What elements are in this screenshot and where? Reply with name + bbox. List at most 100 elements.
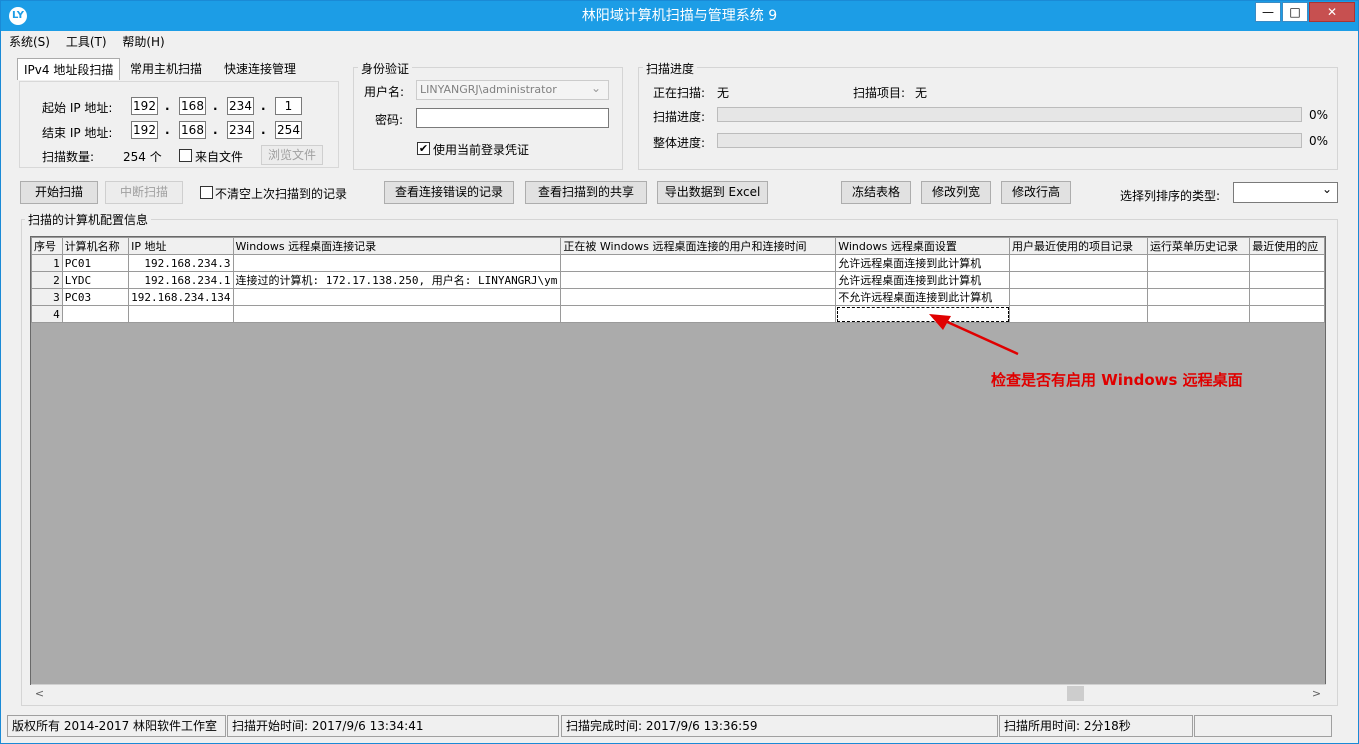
menu-tools[interactable]: 工具(T) bbox=[66, 33, 107, 51]
scan-count-value: 254 个 bbox=[123, 150, 162, 164]
table-row[interactable]: 2 LYDC 192.168.234.1 连接过的计算机: 172.17.138… bbox=[31, 271, 1325, 289]
table-cell[interactable]: 192.168.234.134 bbox=[128, 288, 234, 306]
table-cell[interactable]: 允许远程桌面连接到此计算机 bbox=[835, 254, 1010, 272]
table-cell[interactable]: 连接过的计算机: 172.17.138.250, 用户名: LINYANGRJ\… bbox=[232, 271, 562, 289]
table-cell[interactable]: 不允许远程桌面连接到此计算机 bbox=[835, 288, 1010, 306]
table-row[interactable]: 1 PC01 192.168.234.3 允许远程桌面连接到此计算机 bbox=[31, 254, 1325, 272]
start-ip-octet-2[interactable]: 168 bbox=[179, 97, 206, 115]
sort-dropdown-chevron-icon[interactable]: ⌄ bbox=[1322, 182, 1332, 196]
table-cell[interactable] bbox=[232, 288, 562, 306]
table-cell[interactable]: PC03 bbox=[61, 288, 130, 306]
computer-config-grid[interactable]: 序号 计算机名称 IP 地址 Windows 远程桌面连接记录 正在被 Wind… bbox=[30, 236, 1326, 685]
start-ip-octet-3[interactable]: 234 bbox=[227, 97, 254, 115]
freeze-table-button[interactable]: 冻结表格 bbox=[841, 181, 911, 204]
table-cell[interactable]: 192.168.234.1 bbox=[128, 271, 234, 289]
table-cell[interactable] bbox=[1008, 271, 1149, 289]
end-ip-octet-1[interactable]: 192 bbox=[131, 121, 158, 139]
start-ip-octet-1[interactable]: 192 bbox=[131, 97, 158, 115]
ipv4-scan-panel: 起始 IP 地址: 192 . 168 . 234 . 1 结束 IP 地址: … bbox=[19, 81, 339, 168]
end-ip-label: 结束 IP 地址: bbox=[42, 126, 113, 140]
column-header[interactable]: Windows 远程桌面连接记录 bbox=[232, 237, 562, 255]
annotation-text: 检查是否有启用 Windows 远程桌面 bbox=[991, 371, 1243, 389]
minimize-button[interactable]: — bbox=[1255, 2, 1281, 22]
view-error-records-button[interactable]: 查看连接错误的记录 bbox=[384, 181, 514, 204]
password-input[interactable] bbox=[416, 108, 609, 128]
username-label: 用户名: bbox=[364, 85, 405, 99]
table-cell[interactable]: 192.168.234.3 bbox=[128, 254, 234, 272]
menu-system[interactable]: 系统(S) bbox=[9, 33, 50, 51]
table-cell[interactable]: 允许远程桌面连接到此计算机 bbox=[835, 271, 1010, 289]
horizontal-scrollbar[interactable]: < > bbox=[31, 684, 1326, 701]
title-bar[interactable]: LY 林阳域计算机扫描与管理系统 9 — □ ✕ bbox=[1, 1, 1358, 31]
table-cell[interactable] bbox=[1008, 288, 1149, 306]
table-header-row: 序号 计算机名称 IP 地址 Windows 远程桌面连接记录 正在被 Wind… bbox=[31, 237, 1325, 255]
close-button[interactable]: ✕ bbox=[1309, 2, 1355, 22]
main-window: LY 林阳域计算机扫描与管理系统 9 — □ ✕ 系统(S) 工具(T) 帮助(… bbox=[0, 0, 1359, 744]
table-row[interactable]: 3 PC03 192.168.234.134 不允许远程桌面连接到此计算机 bbox=[31, 288, 1325, 306]
column-header[interactable]: 运行菜单历史记录 bbox=[1147, 237, 1251, 255]
table-cell[interactable] bbox=[61, 305, 130, 323]
tab-quick-connect[interactable]: 快速连接管理 bbox=[218, 58, 302, 80]
table-cell[interactable] bbox=[560, 254, 837, 272]
table-cell[interactable] bbox=[1008, 254, 1149, 272]
table-cell[interactable] bbox=[1147, 254, 1251, 272]
change-column-width-button[interactable]: 修改列宽 bbox=[921, 181, 991, 204]
menu-help[interactable]: 帮助(H) bbox=[122, 33, 164, 51]
scrollbar-thumb[interactable] bbox=[1067, 686, 1084, 701]
table-cell[interactable] bbox=[1249, 254, 1325, 272]
table-cell[interactable] bbox=[1249, 271, 1325, 289]
column-header[interactable]: Windows 远程桌面设置 bbox=[835, 237, 1010, 255]
view-shares-button[interactable]: 查看扫描到的共享 bbox=[525, 181, 647, 204]
table-cell[interactable] bbox=[560, 305, 837, 323]
scan-progress-bar bbox=[717, 107, 1302, 122]
scroll-left-icon[interactable]: < bbox=[31, 685, 48, 702]
status-extra bbox=[1194, 715, 1332, 737]
table-cell[interactable]: 4 bbox=[31, 305, 63, 323]
table-cell[interactable] bbox=[1249, 305, 1325, 323]
overall-progress-percent: 0% bbox=[1309, 134, 1329, 148]
table-cell[interactable] bbox=[128, 305, 234, 323]
table-cell[interactable]: 1 bbox=[31, 254, 63, 272]
table-cell[interactable]: 3 bbox=[31, 288, 63, 306]
from-file-checkbox[interactable] bbox=[179, 149, 192, 162]
end-ip-octet-3[interactable]: 234 bbox=[227, 121, 254, 139]
username-input[interactable]: LINYANGRJ\administrator bbox=[416, 80, 609, 100]
column-header[interactable]: 序号 bbox=[31, 237, 63, 255]
keep-last-records-checkbox[interactable] bbox=[200, 186, 213, 199]
status-copyright: 版权所有 2014-2017 林阳软件工作室 bbox=[7, 715, 226, 737]
browse-file-button[interactable]: 浏览文件 bbox=[261, 145, 323, 165]
table-cell[interactable]: PC01 bbox=[61, 254, 130, 272]
table-cell[interactable]: 2 bbox=[31, 271, 63, 289]
scroll-right-icon[interactable]: > bbox=[1308, 685, 1325, 702]
end-ip-octet-4[interactable]: 254 bbox=[275, 121, 302, 139]
use-current-credentials-checkbox[interactable]: ✔ bbox=[417, 142, 430, 155]
scanning-label: 正在扫描: bbox=[653, 86, 706, 100]
tab-common-host-scan[interactable]: 常用主机扫描 bbox=[124, 58, 208, 80]
end-ip-octet-2[interactable]: 168 bbox=[179, 121, 206, 139]
table-cell[interactable] bbox=[560, 271, 837, 289]
column-header[interactable]: IP 地址 bbox=[128, 237, 234, 255]
column-header[interactable]: 计算机名称 bbox=[61, 237, 130, 255]
username-dropdown-icon[interactable]: ⌄ bbox=[591, 81, 601, 95]
table-cell[interactable] bbox=[232, 254, 562, 272]
maximize-button[interactable]: □ bbox=[1282, 2, 1308, 22]
overall-progress-label: 整体进度: bbox=[653, 136, 706, 150]
stop-scan-button[interactable]: 中断扫描 bbox=[105, 181, 183, 204]
export-excel-button[interactable]: 导出数据到 Excel bbox=[657, 181, 768, 204]
change-row-height-button[interactable]: 修改行高 bbox=[1001, 181, 1071, 204]
table-cell[interactable] bbox=[1249, 288, 1325, 306]
tab-ipv4-range-scan[interactable]: IPv4 地址段扫描 bbox=[17, 58, 121, 80]
start-ip-octet-4[interactable]: 1 bbox=[275, 97, 302, 115]
column-header[interactable]: 最近使用的应 bbox=[1249, 237, 1325, 255]
table-cell[interactable] bbox=[1147, 288, 1251, 306]
table-cell[interactable] bbox=[232, 305, 562, 323]
table-cell[interactable] bbox=[1147, 271, 1251, 289]
grid-section-title: 扫描的计算机配置信息 bbox=[25, 211, 152, 228]
table-cell[interactable]: LYDC bbox=[61, 271, 130, 289]
table-cell[interactable] bbox=[560, 288, 837, 306]
table-cell[interactable] bbox=[1147, 305, 1251, 323]
column-header[interactable]: 正在被 Windows 远程桌面连接的用户和连接时间 bbox=[560, 237, 837, 255]
table-row[interactable]: 4 bbox=[31, 305, 1325, 323]
start-scan-button[interactable]: 开始扫描 bbox=[20, 181, 98, 204]
column-header[interactable]: 用户最近使用的项目记录 bbox=[1008, 237, 1149, 255]
